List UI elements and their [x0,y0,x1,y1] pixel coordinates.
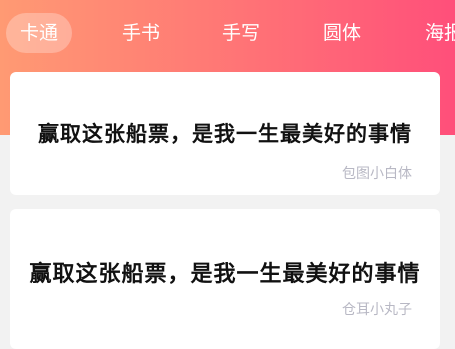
tab-handbook[interactable]: 手书 [122,13,160,53]
tab-rounded[interactable]: 圆体 [323,13,361,53]
font-name-label: 包图小白体 [342,166,412,182]
font-card[interactable]: 赢取这张船票，是我一生最美好的事情 仓耳小丸子 [10,209,440,349]
font-sample-text: 赢取这张船票，是我一生最美好的事情 [29,262,421,287]
font-card[interactable]: 赢取这张船票，是我一生最美好的事情 包图小白体 [10,72,440,195]
font-name-label: 仓耳小丸子 [342,302,412,318]
font-sample-text: 赢取这张船票，是我一生最美好的事情 [38,122,412,146]
tab-handwriting[interactable]: 手写 [222,13,260,53]
tab-poster[interactable]: 海报 [425,13,455,53]
tab-cartoon[interactable]: 卡通 [6,13,73,53]
font-category-tabs: 卡通 手书 手写 圆体 海报 [0,0,455,66]
